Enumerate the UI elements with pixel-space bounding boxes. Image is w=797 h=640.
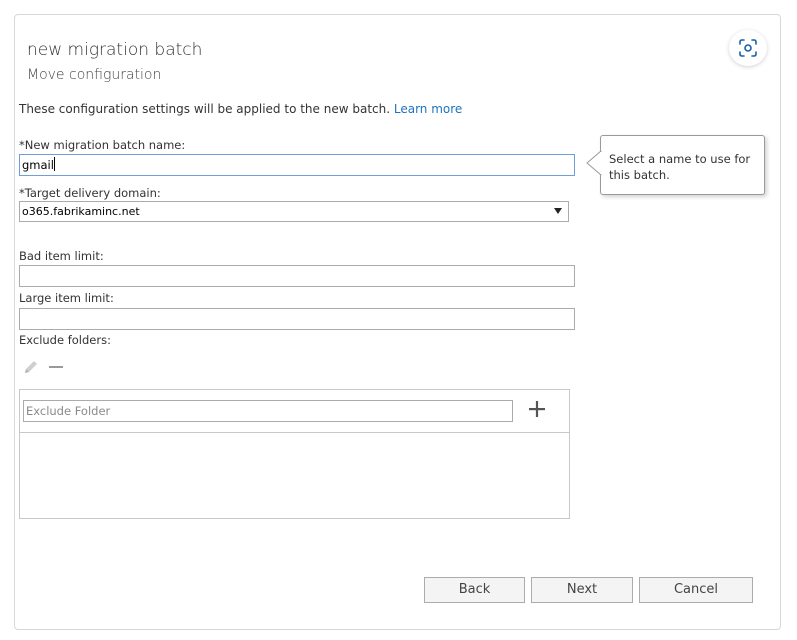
next-button[interactable]: Next [531, 577, 633, 603]
exclude-folders-label: Exclude folders: [19, 333, 111, 347]
remove-folder-button[interactable] [47, 358, 65, 376]
target-domain-select[interactable]: o365.fabrikaminc.net [19, 201, 569, 222]
callout-pointer [586, 151, 602, 175]
target-domain-value: o365.fabrikaminc.net [22, 205, 140, 218]
bad-item-limit-input[interactable] [19, 265, 575, 287]
exclude-folder-placeholder: Exclude Folder [26, 404, 111, 418]
minus-icon [49, 366, 63, 368]
dropdown-arrow-icon [554, 208, 562, 214]
cancel-button[interactable]: Cancel [639, 577, 753, 603]
page-subtitle: Move configuration [27, 67, 162, 83]
text-caret [53, 157, 55, 171]
focus-expand-icon [739, 39, 757, 57]
page-title: new migration batch [27, 40, 203, 60]
large-item-limit-label: Large item limit: [19, 291, 114, 305]
help-callout: Select a name to use for this batch. [600, 135, 765, 195]
batch-name-input[interactable]: gmail [19, 154, 575, 176]
bad-item-limit-label: Bad item limit: [19, 249, 104, 263]
target-domain-label: *Target delivery domain: [19, 186, 161, 200]
excluded-folders-list[interactable] [20, 433, 569, 518]
batch-name-label: *New migration batch name: [19, 138, 186, 152]
back-button[interactable]: Back [424, 577, 525, 603]
expand-button[interactable] [729, 30, 767, 66]
exclude-folder-input[interactable]: Exclude Folder [23, 400, 513, 422]
edit-folder-button[interactable] [22, 358, 40, 376]
plus-icon [529, 401, 545, 417]
pencil-icon [25, 361, 37, 373]
batch-name-value: gmail [22, 158, 54, 172]
description: These configuration settings will be app… [19, 102, 462, 116]
large-item-limit-input[interactable] [19, 308, 575, 330]
learn-more-link[interactable]: Learn more [394, 102, 462, 116]
description-text: These configuration settings will be app… [19, 102, 391, 116]
callout-text: Select a name to use for this batch. [609, 152, 751, 182]
add-folder-button[interactable] [526, 398, 548, 420]
